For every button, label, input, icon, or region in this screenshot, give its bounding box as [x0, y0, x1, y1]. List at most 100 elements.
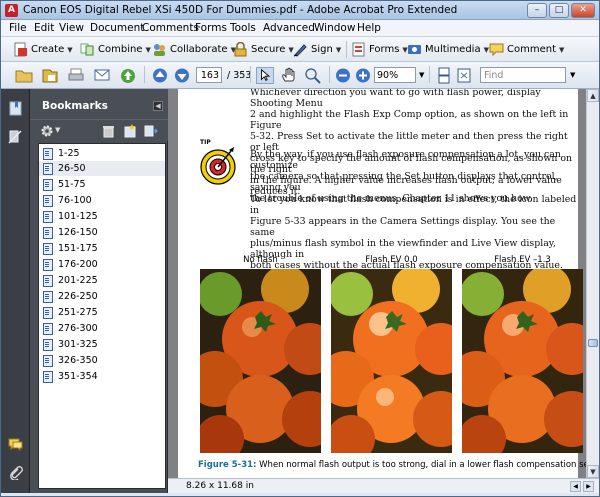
bookmark-page-icon [43, 227, 53, 239]
delete-bookmark-trash-icon[interactable] [102, 124, 115, 138]
menu-tools[interactable]: Tools [230, 22, 256, 34]
bookmark-item[interactable]: 201-225 [39, 273, 165, 288]
scrolling-mode-icon[interactable] [435, 67, 453, 84]
options-caret-icon[interactable]: ▼ [55, 126, 60, 134]
open-folder-icon[interactable] [15, 67, 33, 84]
expand-bookmark-icon[interactable] [144, 124, 158, 138]
attachments-paperclip-icon[interactable] [8, 465, 23, 480]
hand-tool-icon[interactable] [280, 67, 298, 84]
zoom-dropdown-caret[interactable]: ▼ [419, 71, 424, 79]
bookmark-label: 326-350 [58, 355, 98, 366]
forms-button[interactable]: Forms ▼ [351, 41, 408, 58]
menu-document[interactable]: Document [90, 22, 144, 34]
zoom-in-icon[interactable] [354, 67, 372, 84]
bookmark-label: 76-100 [58, 195, 92, 206]
bookmark-item[interactable]: 326-350 [39, 353, 165, 368]
menu-comments[interactable]: Comments [142, 22, 199, 34]
email-icon[interactable] [93, 67, 111, 84]
scroll-left-arrow[interactable]: ◀ [570, 481, 581, 492]
bookmarks-panel-icon[interactable] [8, 101, 23, 116]
bookmark-item[interactable]: 76-100 [39, 193, 165, 208]
text-line: the camera so that pressing the Set butt… [250, 171, 558, 193]
bookmark-item[interactable]: 276-300 [39, 321, 165, 336]
collaborate-button[interactable]: Collaborate ▼ [152, 41, 236, 58]
marquee-zoom-icon[interactable] [304, 67, 322, 84]
menu-advanced[interactable]: Advanced [263, 22, 315, 34]
bookmark-item[interactable]: 351-354 [39, 369, 165, 384]
bookmark-item[interactable]: 51-75 [39, 177, 165, 192]
toolbar-separator [250, 66, 251, 83]
comment-button[interactable]: Comment ▼ [489, 41, 564, 58]
bookmark-item[interactable]: 176-200 [39, 257, 165, 272]
pdf-page: Whichever direction you want to go with … [178, 89, 586, 478]
zoom-level-input[interactable]: 90% [374, 67, 416, 83]
bookmark-item[interactable]: 301-325 [39, 337, 165, 352]
bookmark-label: 51-75 [58, 179, 86, 190]
toolbar-separator [429, 66, 430, 83]
find-dropdown-caret[interactable]: ▼ [570, 71, 575, 79]
comments-panel-icon[interactable] [8, 437, 23, 452]
page-number-input[interactable]: 163 [196, 67, 222, 83]
upload-icon[interactable] [119, 67, 137, 84]
new-bookmark-icon[interactable] [123, 124, 137, 138]
select-cursor-icon[interactable] [256, 67, 274, 84]
bookmark-item[interactable]: 1-25 [39, 146, 165, 161]
bookmark-page-icon [43, 179, 53, 191]
bookmark-page-icon [43, 148, 53, 160]
collapse-panel-button[interactable]: ◀ [153, 101, 163, 111]
tomato-photo-flash-ev-0 [331, 269, 452, 453]
figure-number: Figure 5-31: [198, 460, 257, 470]
menu-window[interactable]: Window [314, 22, 355, 34]
pages-panel-icon[interactable] [8, 129, 23, 144]
bookmark-item[interactable]: 251-275 [39, 305, 165, 320]
bookmark-item[interactable]: 151-175 [39, 241, 165, 256]
bookmarks-panel: Bookmarks ◀ ▼ 1-25 26-50 51-75 76-100 10… [30, 89, 168, 493]
combine-button[interactable]: Combine ▼ [80, 41, 151, 58]
forms-icon [352, 42, 365, 57]
menu-help[interactable]: Help [357, 22, 381, 34]
document-view[interactable]: Whichever direction you want to go with … [168, 89, 586, 478]
text-line: Figure 5-33 appears in the Camera Settin… [250, 216, 556, 238]
bookmark-item[interactable]: 226-250 [39, 289, 165, 304]
print-icon[interactable] [67, 67, 85, 84]
bookmark-label: 26-50 [58, 163, 86, 174]
zoom-out-icon[interactable] [334, 67, 352, 84]
scroll-up-arrow[interactable]: ▲ [587, 89, 599, 102]
menu-file[interactable]: File [9, 22, 27, 34]
task-toolbar: Create ▼ Combine ▼ Collaborate ▼ Secure ▼ Si… [1, 37, 599, 62]
sign-button[interactable]: Sign ▼ [293, 41, 341, 58]
secure-button[interactable]: Secure ▼ [233, 41, 294, 58]
scrollbar-thumb[interactable] [588, 339, 598, 347]
bookmark-page-icon [43, 323, 53, 335]
options-gear-icon[interactable] [40, 124, 54, 138]
fit-page-icon[interactable] [455, 67, 473, 84]
close-button[interactable]: ✕ [571, 3, 595, 18]
navigation-pane-rail [1, 89, 30, 493]
photo-label-flash-ev-0: Flash EV 0.0 [365, 255, 418, 265]
collaborate-label: Collaborate [170, 44, 228, 55]
figure-caption-text: When normal flash output is too strong, … [259, 460, 586, 470]
menu-forms[interactable]: Forms [195, 22, 227, 34]
tomato-photo-no-flash [200, 269, 321, 453]
create-button[interactable]: Create ▼ [13, 41, 73, 58]
scroll-right-arrow[interactable]: ▶ [583, 481, 594, 492]
bookmark-item[interactable]: 101-125 [39, 209, 165, 224]
bookmark-item[interactable]: 126-150 [39, 225, 165, 240]
vertical-scrollbar[interactable]: ▲ ▼ [586, 89, 599, 478]
maximize-button[interactable]: □ [549, 3, 569, 18]
bookmark-label: 126-150 [58, 227, 98, 238]
bookmark-item[interactable]: 26-50 [39, 161, 165, 176]
menu-view[interactable]: View [59, 22, 84, 34]
create-pdf-icon[interactable] [41, 67, 59, 84]
scroll-down-arrow[interactable]: ▼ [587, 465, 599, 478]
next-page-icon[interactable] [173, 67, 191, 84]
menu-edit[interactable]: Edit [34, 22, 54, 34]
multimedia-button[interactable]: Multimedia ▼ [407, 41, 489, 58]
create-pdf-icon [14, 42, 27, 57]
bookmark-page-icon [43, 195, 53, 207]
find-input[interactable]: Find [480, 67, 566, 83]
acrobat-app-icon[interactable]: A [5, 4, 18, 17]
minimize-button[interactable]: – [527, 3, 547, 18]
previous-page-icon[interactable] [151, 67, 169, 84]
navigation-toolbar: 163 / 353 90% ▼ Find ▼ [1, 62, 599, 89]
